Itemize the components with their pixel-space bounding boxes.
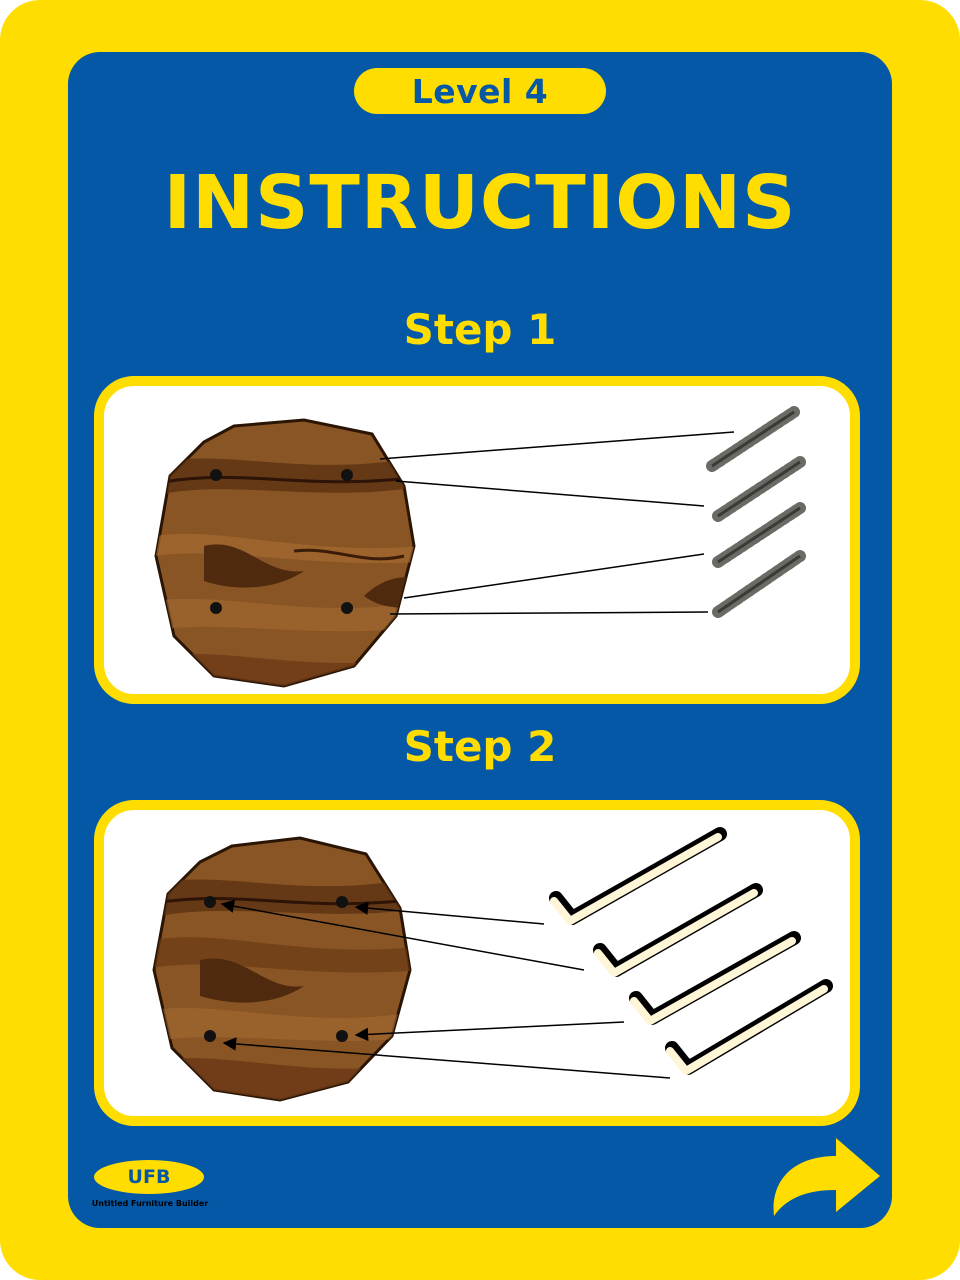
wood-disc — [154, 418, 416, 688]
wood-disc — [152, 836, 412, 1102]
next-button[interactable] — [768, 1134, 884, 1220]
step-1-card — [94, 376, 860, 704]
allen-key-icon — [593, 883, 763, 977]
screw-icon — [706, 406, 800, 472]
hole-marker — [210, 602, 222, 614]
page-title: INSTRUCTIONS — [163, 160, 797, 246]
curved-arrow-right-icon — [773, 1138, 880, 1216]
step-1-heading: Step 1 — [403, 305, 557, 354]
step-2-illustration — [152, 827, 833, 1102]
step-2-card — [94, 800, 860, 1126]
hole-marker — [204, 1030, 216, 1042]
screw-icon — [712, 456, 806, 522]
logo-subtitle: Untitled Furniture Builder — [91, 1199, 209, 1208]
hole-marker — [341, 602, 353, 614]
hole-marker — [204, 896, 216, 908]
hole-marker — [336, 896, 348, 908]
screw-icon — [712, 502, 806, 568]
allen-key-icon — [549, 827, 727, 925]
step-1-illustration — [154, 406, 806, 688]
screw-icon — [712, 550, 806, 618]
hole-marker — [341, 469, 353, 481]
level-badge: Level 4 — [354, 68, 606, 114]
step-2-heading: Step 2 — [403, 722, 557, 771]
hole-marker — [336, 1030, 348, 1042]
hole-marker — [210, 469, 222, 481]
ufb-logo: UFB — [94, 1160, 204, 1194]
